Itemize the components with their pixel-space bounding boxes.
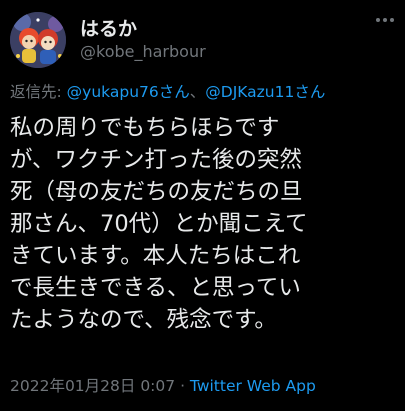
meta-separator: · xyxy=(175,377,190,395)
tweet-meta: 2022年01月28日 0:07 · Twitter Web App xyxy=(10,374,316,396)
mention-link-yukapu76[interactable]: @yukapu76さん xyxy=(67,83,190,101)
reply-separator: 、 xyxy=(189,83,206,101)
reply-to: 返信先: @yukapu76さん、@DJKazu11さん xyxy=(10,80,325,102)
source-app-link[interactable]: Twitter Web App xyxy=(190,377,316,395)
display-name[interactable]: はるか xyxy=(80,14,137,41)
reply-prefix: 返信先: xyxy=(10,83,67,101)
more-icon[interactable] xyxy=(373,8,397,32)
timestamp[interactable]: 2022年01月28日 0:07 xyxy=(10,377,175,395)
user-handle[interactable]: @kobe_harbour xyxy=(80,42,206,61)
tweet-text: 私の周りでもちらほらです が、ワクチン打った後の突然 死（母の友だちの友だちの旦… xyxy=(10,115,308,333)
avatar-image xyxy=(10,12,66,68)
avatar[interactable] xyxy=(10,12,66,68)
tweet: はるか @kobe_harbour 返信先: @yukapu76さん、@DJKa… xyxy=(0,0,405,411)
mention-link-djkazu11[interactable]: @DJKazu11さん xyxy=(205,83,325,101)
